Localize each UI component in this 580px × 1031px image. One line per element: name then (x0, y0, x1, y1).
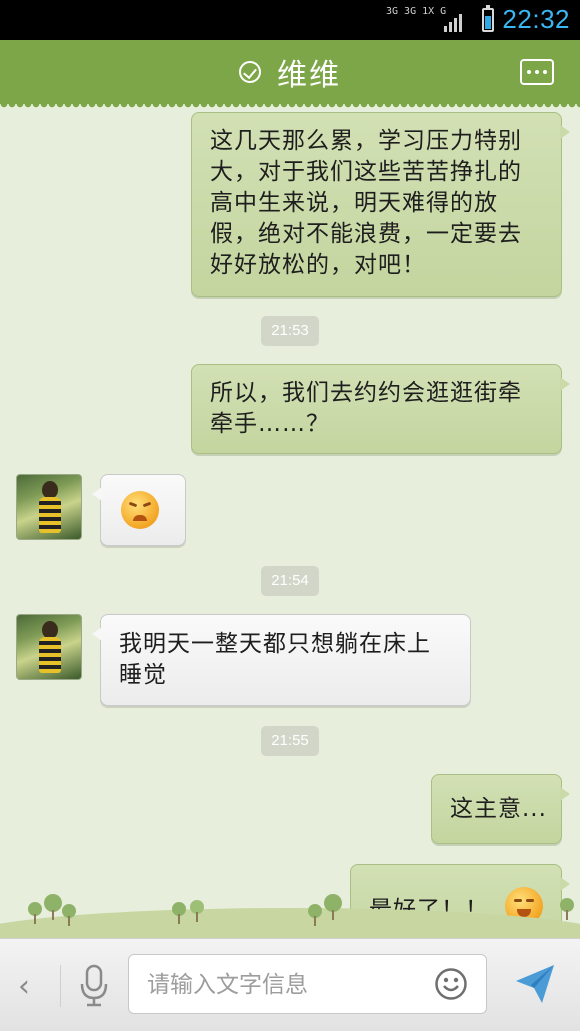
message-text: 最好了！！ (369, 897, 489, 923)
divider (60, 965, 61, 1007)
avatar[interactable] (16, 474, 82, 540)
battery-level (485, 15, 491, 29)
chat-header: 维维 (0, 40, 580, 110)
message-text: 我明天一整天都只想躺在床上睡觉 (119, 631, 431, 688)
message-bubble-outgoing[interactable]: 这主意... (431, 774, 570, 844)
check-circle-icon (239, 61, 261, 83)
message-bubble-incoming[interactable] (92, 474, 186, 546)
contact-name-title: 维维 (277, 58, 341, 93)
message-bubble-incoming[interactable]: 我明天一整天都只想躺在床上睡觉 (92, 614, 471, 706)
timestamp: 21:53 (261, 316, 319, 346)
network-label: 3G 3G 1X G (386, 6, 447, 17)
message-text: 这几天那么累，学习压力特别大，对于我们这些苦苦挣扎的高中生来说，明天难得的放假，… (210, 128, 522, 278)
crying-face-emoji (505, 887, 543, 925)
message-list[interactable]: 这几天那么累，学习压力特别大，对于我们这些苦苦挣扎的高中生来说，明天难得的放假，… (0, 104, 580, 938)
message-bubble-outgoing[interactable]: 最好了！！ (350, 864, 570, 938)
signal-icon (444, 14, 466, 32)
status-time: 22:32 (502, 4, 570, 34)
more-dots-icon (527, 70, 531, 74)
message-bubble-outgoing[interactable]: 这几天那么累，学习压力特别大，对于我们这些苦苦挣扎的高中生来说，明天难得的放假，… (191, 112, 570, 297)
more-options-button[interactable] (520, 59, 554, 85)
status-bar: 3G 3G 1X G 22:32 (0, 0, 580, 40)
message-bubble-outgoing[interactable]: 所以，我们去约约会逛逛街牵牵手……？ (191, 364, 570, 454)
timestamp: 21:54 (261, 566, 319, 596)
network-indicator: 3G 3G 1X G (386, 6, 476, 34)
avatar[interactable] (16, 614, 82, 680)
message-text: 所以，我们去约约会逛逛街牵牵手……？ (210, 380, 522, 437)
angry-face-emoji (121, 491, 159, 529)
chevron-left-icon[interactable]: ‹ (18, 969, 30, 1004)
input-bar: ‹ (0, 938, 580, 1031)
message-input-field[interactable] (128, 954, 487, 1015)
send-icon[interactable] (512, 961, 558, 1007)
microphone-icon[interactable] (76, 963, 112, 1009)
message-input[interactable] (129, 955, 439, 1015)
smiley-icon[interactable] (434, 967, 468, 1001)
battery-icon (482, 5, 494, 32)
timestamp: 21:55 (261, 726, 319, 756)
message-text: 这主意... (450, 796, 547, 822)
